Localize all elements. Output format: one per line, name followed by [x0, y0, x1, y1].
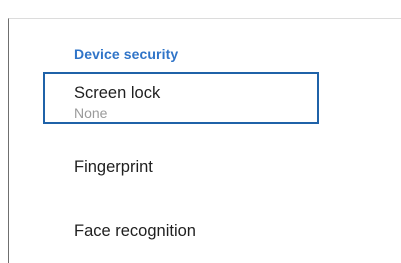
section-header-device-security: Device security	[74, 46, 179, 62]
list-item-fingerprint[interactable]: Fingerprint	[74, 158, 153, 177]
screen-lock-summary: None	[74, 105, 108, 121]
screen-lock-title: Screen lock	[74, 84, 161, 102]
settings-panel	[8, 18, 401, 263]
list-item-face-recognition[interactable]: Face recognition	[74, 222, 196, 241]
